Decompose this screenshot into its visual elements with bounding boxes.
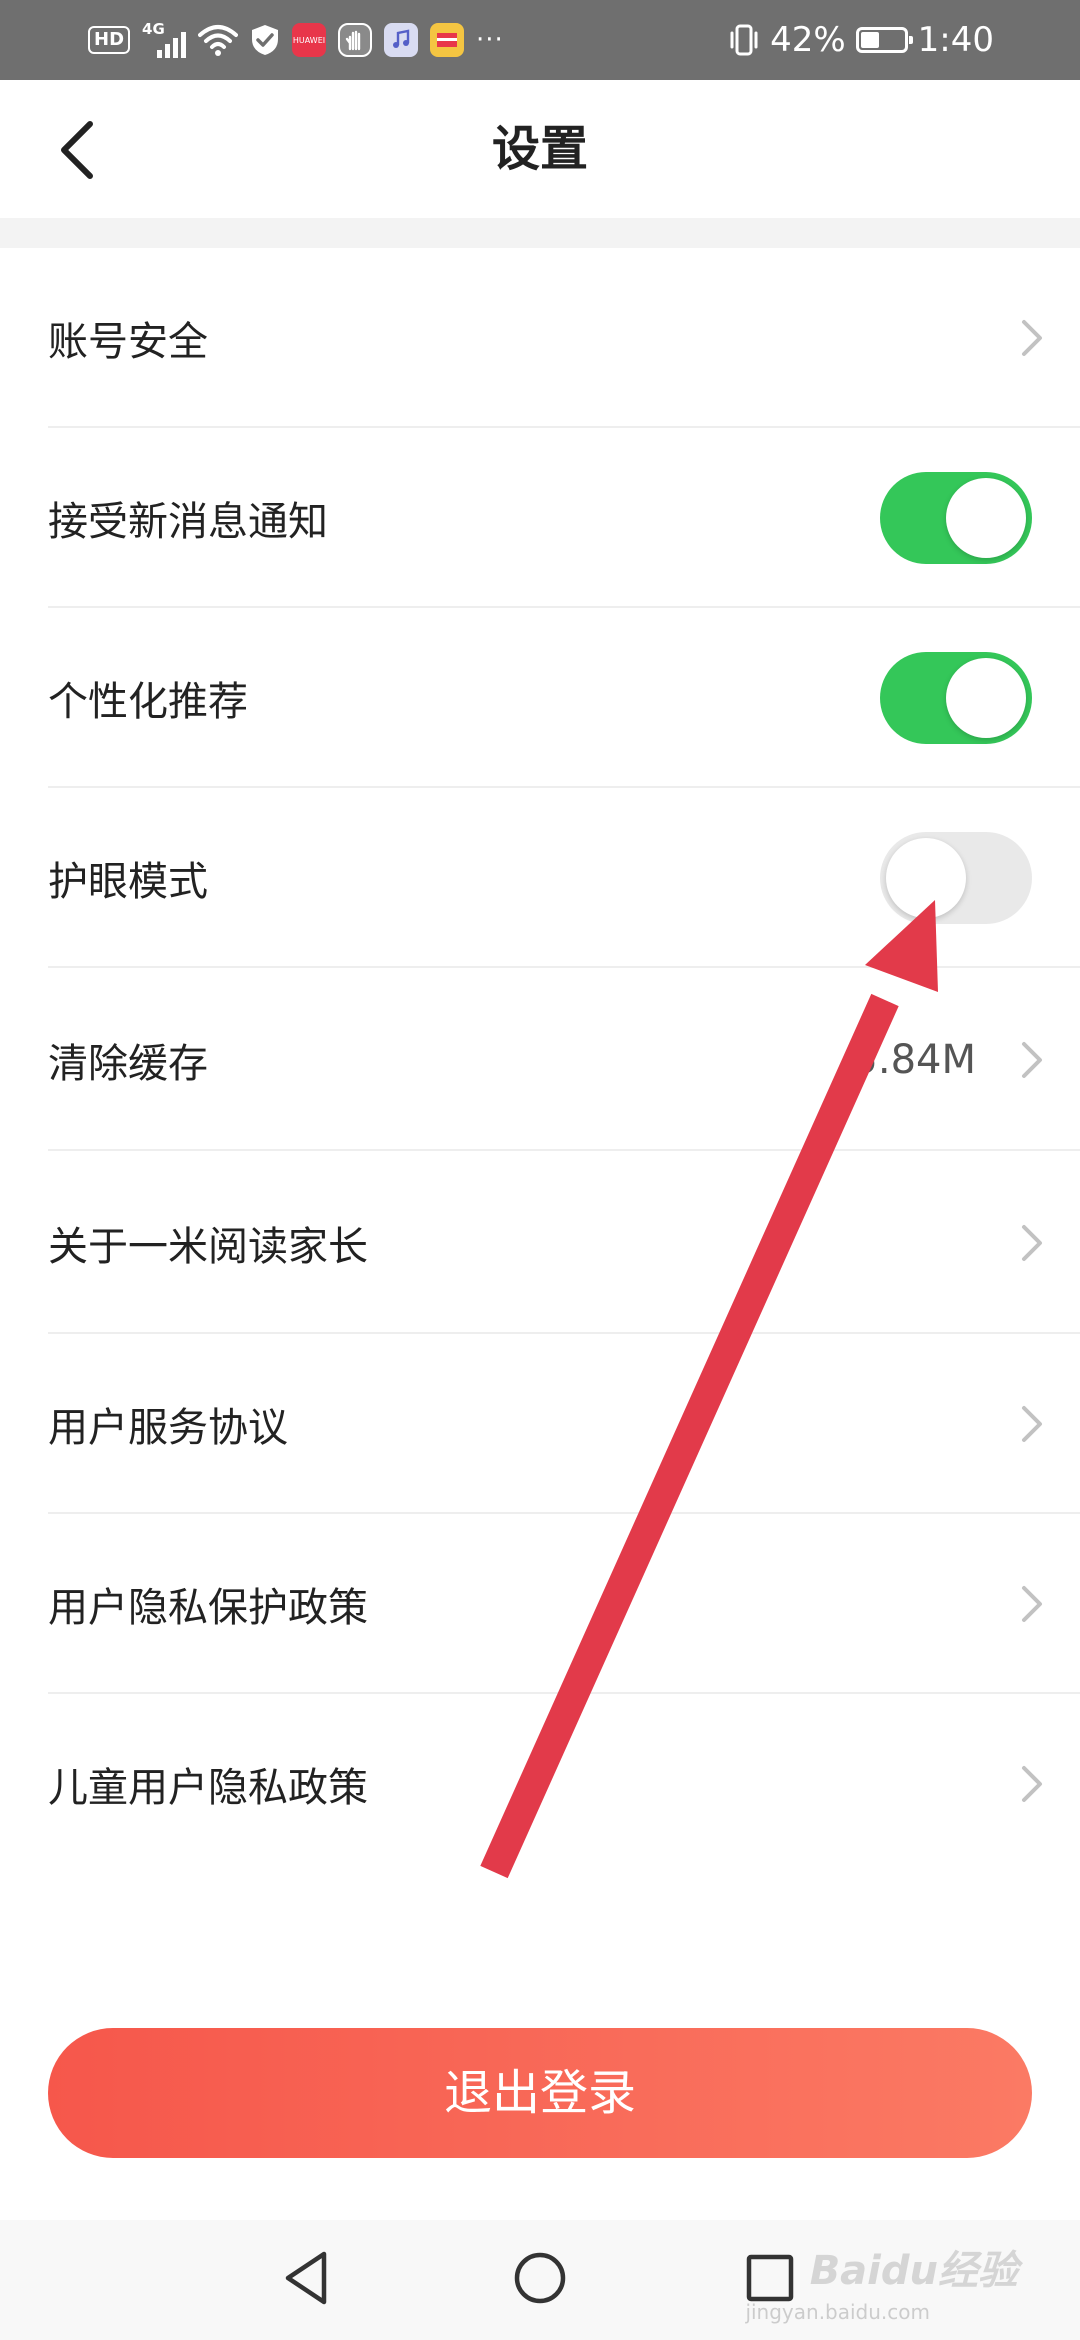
row-label: 账号安全: [48, 319, 208, 365]
hand-icon: [345, 30, 361, 51]
huawei-app-label: HUAWEI: [292, 35, 326, 45]
personalized-toggle[interactable]: [880, 652, 1032, 744]
more-notifications-icon: ···: [476, 25, 504, 55]
row-label: 清除缓存: [48, 1040, 208, 1087]
row-label: 儿童用户隐私政策: [48, 1765, 368, 1811]
wifi-icon: [198, 25, 239, 56]
battery-percent: 42%: [770, 20, 846, 60]
signal-icon: 4G: [142, 20, 187, 58]
shield-check-icon: [252, 25, 279, 55]
hd-badge: HD: [88, 26, 131, 54]
clock: 1:40: [917, 20, 994, 60]
status-left-icons: HD 4G HUAWEI ···: [88, 18, 504, 62]
settings-row-about[interactable]: 关于一米阅读家长: [0, 1151, 1080, 1334]
signal-bars: [157, 32, 187, 58]
settings-row-child-privacy[interactable]: 儿童用户隐私政策: [0, 1694, 1080, 1874]
row-label: 用户隐私保护政策: [48, 1585, 368, 1631]
toggle-knob: [946, 478, 1026, 558]
battery-level: [860, 32, 879, 48]
chevron-left-icon: [61, 121, 93, 179]
baidu-watermark-domain: jingyan.baidu.com: [745, 2300, 930, 2324]
settings-row-user-agreement[interactable]: 用户服务协议: [0, 1334, 1080, 1514]
settings-row-account-security[interactable]: 账号安全: [0, 248, 1080, 428]
eye-protection-toggle[interactable]: [880, 832, 1032, 924]
row-label: 用户服务协议: [48, 1405, 288, 1451]
circle-home-icon[interactable]: [508, 2246, 572, 2310]
music-note-icon: [393, 29, 410, 48]
chevron-right-icon: [1022, 1041, 1042, 1078]
header-divider: [0, 218, 1080, 248]
status-bar: HD 4G HUAWEI ··· 42% 1:40: [0, 0, 1080, 80]
nav-header: 设置: [0, 80, 1080, 218]
settings-row-personalized-recommend: 个性化推荐: [0, 608, 1080, 788]
row-label: 个性化推荐: [48, 679, 248, 725]
logout-button[interactable]: 退出登录: [48, 2028, 1032, 2158]
settings-row-privacy-policy[interactable]: 用户隐私保护政策: [0, 1514, 1080, 1694]
chevron-right-icon: [1022, 1406, 1042, 1442]
row-label: 接受新消息通知: [48, 499, 328, 545]
settings-list: 账号安全 接受新消息通知 个性化推荐 护眼模式 清除缓存 5.84M 关于一米阅…: [0, 248, 1080, 1874]
book-app-icon: [430, 23, 465, 57]
battery-icon: [855, 27, 913, 53]
vibrate-icon: [730, 24, 758, 56]
chevron-right-icon: [1022, 1224, 1042, 1261]
status-right-icons: 42% 1:40: [728, 18, 994, 62]
hand-app-icon: [338, 23, 373, 57]
chevron-right-icon: [1022, 320, 1042, 356]
chevron-right-icon: [1022, 1766, 1042, 1802]
notify-toggle[interactable]: [880, 472, 1032, 564]
cache-size: 5.84M: [852, 1036, 976, 1083]
row-label: 护眼模式: [48, 859, 208, 905]
page-title: 设置: [491, 121, 588, 177]
book-icon: [437, 33, 458, 47]
toggle-knob: [946, 658, 1026, 738]
triangle-back-icon[interactable]: [276, 2246, 340, 2310]
chevron-right-icon: [1022, 1586, 1042, 1622]
huawei-app-icon: HUAWEI: [292, 23, 327, 57]
settings-row-message-notify: 接受新消息通知: [0, 428, 1080, 608]
settings-row-clear-cache[interactable]: 清除缓存 5.84M: [0, 968, 1080, 1151]
baidu-watermark: Baidu经验: [809, 2248, 1018, 2294]
music-app-icon: [384, 23, 419, 57]
back-button[interactable]: [44, 114, 114, 184]
row-label: 关于一米阅读家长: [48, 1223, 368, 1270]
toggle-knob: [886, 838, 966, 918]
settings-row-eye-protection: 护眼模式: [0, 788, 1080, 968]
